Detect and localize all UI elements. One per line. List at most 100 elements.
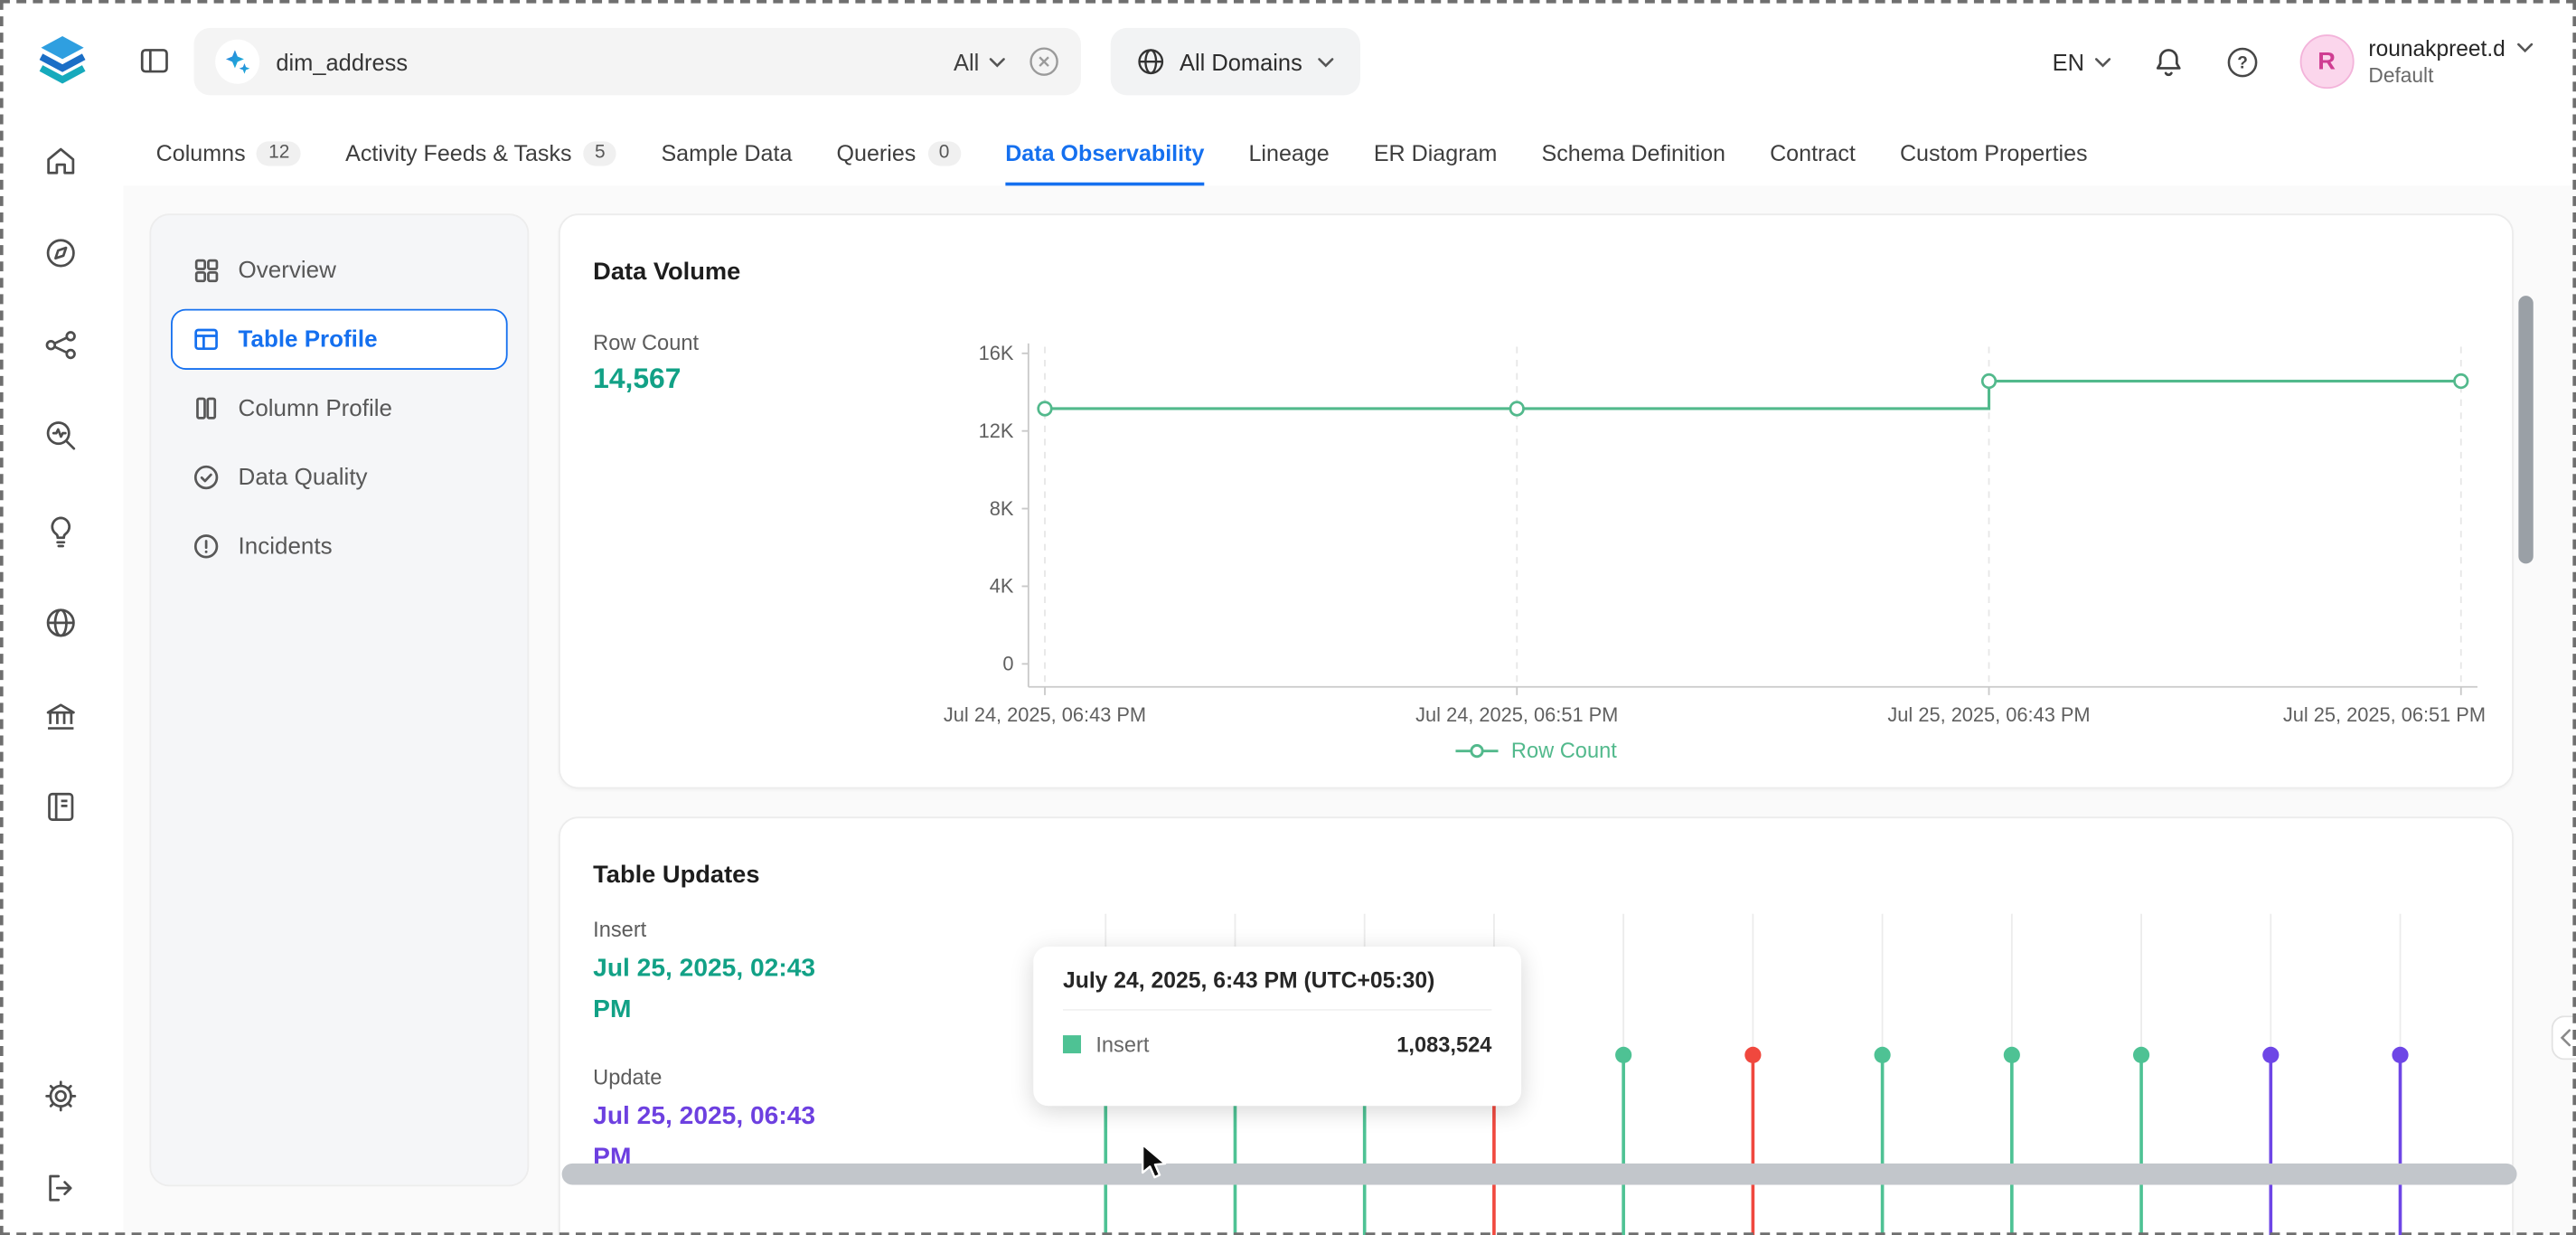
nav-insights[interactable] bbox=[42, 513, 79, 557]
close-circle-icon bbox=[1029, 46, 1060, 78]
user-menu[interactable]: R rounakpreet.d Default bbox=[2299, 33, 2534, 89]
book-icon bbox=[42, 788, 79, 825]
chevron-left-icon bbox=[2559, 1029, 2571, 1047]
tab-label: Lineage bbox=[1248, 140, 1329, 165]
left-nav-rail bbox=[0, 123, 123, 1235]
svg-text:Jul 24, 2025, 06:43 PM: Jul 24, 2025, 06:43 PM bbox=[944, 703, 1146, 726]
language-label: EN bbox=[2053, 49, 2084, 75]
tooltip-series-swatch bbox=[1063, 1035, 1081, 1053]
search-scope-dropdown[interactable]: All bbox=[954, 49, 1005, 75]
sidebar-toggle-button[interactable] bbox=[138, 44, 171, 85]
topbar-right-cluster: EN ? R rounakpreet.d bbox=[2053, 0, 2534, 123]
menu-item-overview[interactable]: Overview bbox=[171, 240, 508, 300]
svg-text:4K: 4K bbox=[990, 575, 1014, 598]
entity-tabs: Columns 12 Activity Feeds & Tasks 5 Samp… bbox=[123, 123, 2576, 185]
lightbulb-icon bbox=[42, 513, 79, 549]
nav-glossary[interactable] bbox=[42, 788, 79, 833]
svg-text:?: ? bbox=[2237, 53, 2248, 72]
tab-queries[interactable]: Queries 0 bbox=[836, 123, 961, 185]
chart-tooltip: July 24, 2025, 6:43 PM (UTC+05:30) Inser… bbox=[1033, 947, 1521, 1106]
app-logo[interactable] bbox=[32, 30, 94, 100]
menu-item-label: Column Profile bbox=[239, 395, 392, 421]
svg-text:16K: 16K bbox=[979, 342, 1014, 364]
insert-label: Insert bbox=[593, 917, 646, 941]
language-selector[interactable]: EN bbox=[2053, 49, 2111, 75]
menu-item-label: Table Profile bbox=[239, 326, 378, 353]
horizontal-scrollbar[interactable] bbox=[562, 1164, 2517, 1185]
right-panel-handle[interactable] bbox=[2552, 1015, 2576, 1060]
user-name: rounakpreet.d bbox=[2368, 33, 2505, 62]
legend-label: Row Count bbox=[1511, 738, 1617, 762]
globe-icon bbox=[42, 605, 79, 641]
top-navbar: All All Domains EN bbox=[0, 0, 2576, 123]
table-icon bbox=[193, 325, 221, 354]
nav-home[interactable] bbox=[42, 143, 79, 187]
mouse-cursor bbox=[1137, 1142, 1171, 1190]
menu-item-data-quality[interactable]: Data Quality bbox=[171, 447, 508, 507]
tooltip-series-label: Insert bbox=[1095, 1032, 1149, 1056]
insert-value: Jul 25, 2025, 02:43 PM bbox=[593, 948, 842, 1031]
notifications-button[interactable] bbox=[2151, 45, 2184, 78]
tab-sample-data[interactable]: Sample Data bbox=[661, 123, 792, 185]
search-input[interactable] bbox=[276, 49, 936, 75]
check-circle-icon bbox=[193, 464, 221, 492]
search-pulse-icon bbox=[42, 418, 79, 454]
panel-toggle-icon bbox=[138, 44, 171, 77]
tooltip-title: July 24, 2025, 6:43 PM (UTC+05:30) bbox=[1063, 968, 1491, 1011]
search-scope-label: All bbox=[954, 49, 979, 75]
menu-item-incidents[interactable]: Incidents bbox=[171, 516, 508, 577]
row-count-value: 14,567 bbox=[593, 362, 681, 396]
bell-icon bbox=[2151, 45, 2184, 78]
nav-observability[interactable] bbox=[42, 418, 79, 462]
compass-icon bbox=[42, 235, 79, 271]
row-count-chart[interactable]: 04K8K12K16KJul 24, 2025, 06:43 PMJul 24,… bbox=[938, 330, 2499, 732]
vertical-scrollbar[interactable] bbox=[2518, 296, 2533, 563]
domains-filter-button[interactable]: All Domains bbox=[1111, 28, 1360, 96]
main-content: Overview Table Profile Column Profile Da… bbox=[123, 185, 2576, 1235]
menu-item-column-profile[interactable]: Column Profile bbox=[171, 378, 508, 438]
alert-circle-icon bbox=[193, 533, 221, 561]
tab-count-badge: 12 bbox=[257, 140, 301, 165]
tab-er-diagram[interactable]: ER Diagram bbox=[1374, 123, 1498, 185]
svg-text:0: 0 bbox=[1002, 653, 1013, 675]
legend-row-count[interactable]: Row Count bbox=[560, 738, 2512, 762]
avatar: R bbox=[2299, 34, 2354, 89]
tab-label: ER Diagram bbox=[1374, 140, 1498, 165]
nav-explore[interactable] bbox=[42, 235, 79, 279]
tab-lineage[interactable]: Lineage bbox=[1248, 123, 1329, 185]
menu-item-table-profile[interactable]: Table Profile bbox=[171, 309, 508, 370]
user-team: Default bbox=[2368, 62, 2533, 90]
tab-columns[interactable]: Columns 12 bbox=[156, 123, 301, 185]
nav-domains[interactable] bbox=[42, 605, 79, 649]
global-search[interactable]: All bbox=[193, 28, 1081, 96]
chevron-down-icon bbox=[989, 57, 1005, 67]
gear-icon bbox=[42, 1078, 79, 1114]
nav-govern[interactable] bbox=[42, 698, 79, 742]
home-icon bbox=[42, 143, 79, 179]
tab-activity-feeds[interactable]: Activity Feeds & Tasks 5 bbox=[345, 123, 616, 185]
nav-logout[interactable] bbox=[42, 1170, 79, 1214]
tab-contract[interactable]: Contract bbox=[1770, 123, 1856, 185]
question-icon: ? bbox=[2225, 45, 2258, 78]
tab-custom-properties[interactable]: Custom Properties bbox=[1900, 123, 2088, 185]
tab-label: Queries bbox=[836, 140, 916, 165]
svg-text:8K: 8K bbox=[990, 497, 1014, 520]
tab-schema-definition[interactable]: Schema Definition bbox=[1541, 123, 1725, 185]
tab-data-observability[interactable]: Data Observability bbox=[1005, 123, 1204, 185]
tab-count-badge: 5 bbox=[583, 140, 616, 165]
search-clear-button[interactable] bbox=[1029, 46, 1060, 78]
profile-sidebar: Overview Table Profile Column Profile Da… bbox=[149, 213, 529, 1186]
tab-count-badge: 0 bbox=[927, 140, 961, 165]
card-title: Table Updates bbox=[593, 861, 759, 889]
domains-label: All Domains bbox=[1180, 49, 1302, 75]
nav-settings[interactable] bbox=[42, 1078, 79, 1122]
tab-label: Activity Feeds & Tasks bbox=[345, 140, 571, 165]
nav-lineage[interactable] bbox=[42, 327, 79, 372]
help-button[interactable]: ? bbox=[2225, 45, 2258, 78]
chevron-down-icon bbox=[2517, 43, 2534, 53]
tab-label: Data Observability bbox=[1005, 140, 1204, 165]
svg-text:Jul 25, 2025, 06:43 PM: Jul 25, 2025, 06:43 PM bbox=[1887, 703, 2090, 726]
logout-icon bbox=[42, 1170, 79, 1206]
ai-sparkle-icon[interactable] bbox=[215, 40, 259, 84]
menu-item-label: Incidents bbox=[239, 533, 333, 560]
